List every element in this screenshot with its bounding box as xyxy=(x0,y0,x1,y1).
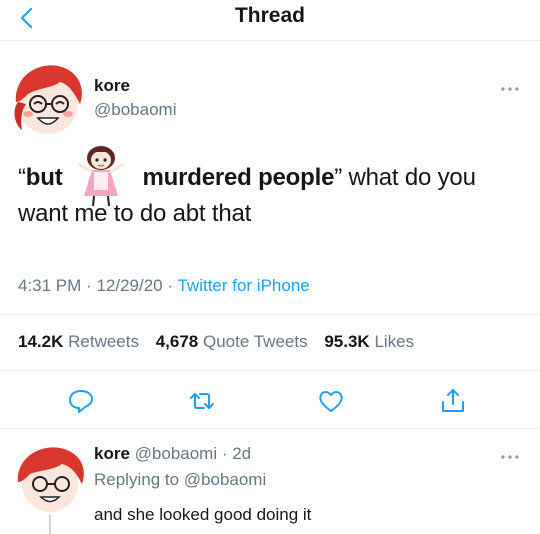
like-button[interactable] xyxy=(316,386,346,416)
divider xyxy=(0,314,540,315)
retweet-icon xyxy=(190,393,214,409)
more-button[interactable] xyxy=(500,448,520,466)
comment-icon xyxy=(69,390,93,413)
reply-author-name: kore xyxy=(94,444,130,463)
quote-tweets-stat[interactable]: 4,678 Quote Tweets xyxy=(156,332,308,351)
reply-text: and she looked good doing it xyxy=(94,505,312,524)
tweet-author-name[interactable]: kore xyxy=(94,76,130,96)
avatar[interactable] xyxy=(8,442,92,514)
reply-button[interactable] xyxy=(66,386,96,416)
reply-handle-time: @bobaomi · 2d xyxy=(134,444,252,463)
replying-to[interactable]: Replying to @bobaomi xyxy=(94,470,266,490)
thread-line xyxy=(49,515,51,534)
avatar[interactable] xyxy=(8,58,88,140)
divider xyxy=(0,428,540,429)
retweets-stat[interactable]: 14.2K Retweets xyxy=(18,332,139,351)
tweet-stats: 14.2K Retweets 4,678 Quote Tweets 95.3K … xyxy=(18,332,426,352)
divider xyxy=(0,370,540,371)
tweet-time: 4:31 PM xyxy=(18,276,82,295)
retweet-button[interactable] xyxy=(187,386,217,416)
tweet-text-bold-2: murdered people xyxy=(142,164,335,191)
heart-icon xyxy=(319,391,343,412)
tweet-meta: 4:31 PM · 12/29/20 · Twitter for iPhone xyxy=(18,276,310,295)
more-dots-icon xyxy=(501,87,519,91)
likes-stat[interactable]: 95.3K Likes xyxy=(324,332,414,351)
sticker-image xyxy=(66,138,136,208)
page-title: Thread xyxy=(234,4,305,27)
tweet-text-bold-1: but xyxy=(25,164,63,191)
reply-author[interactable]: kore @bobaomi · 2d xyxy=(94,444,251,464)
top-bar: Thread xyxy=(0,0,540,41)
more-dots-icon xyxy=(501,455,519,459)
tweet-source[interactable]: Twitter for iPhone xyxy=(177,276,309,295)
tweet-date: 12/29/20 xyxy=(96,276,163,295)
share-button[interactable] xyxy=(438,386,468,416)
tweet-author-handle[interactable]: @bobaomi xyxy=(94,100,176,120)
more-button[interactable] xyxy=(500,80,520,98)
share-icon xyxy=(442,389,464,412)
